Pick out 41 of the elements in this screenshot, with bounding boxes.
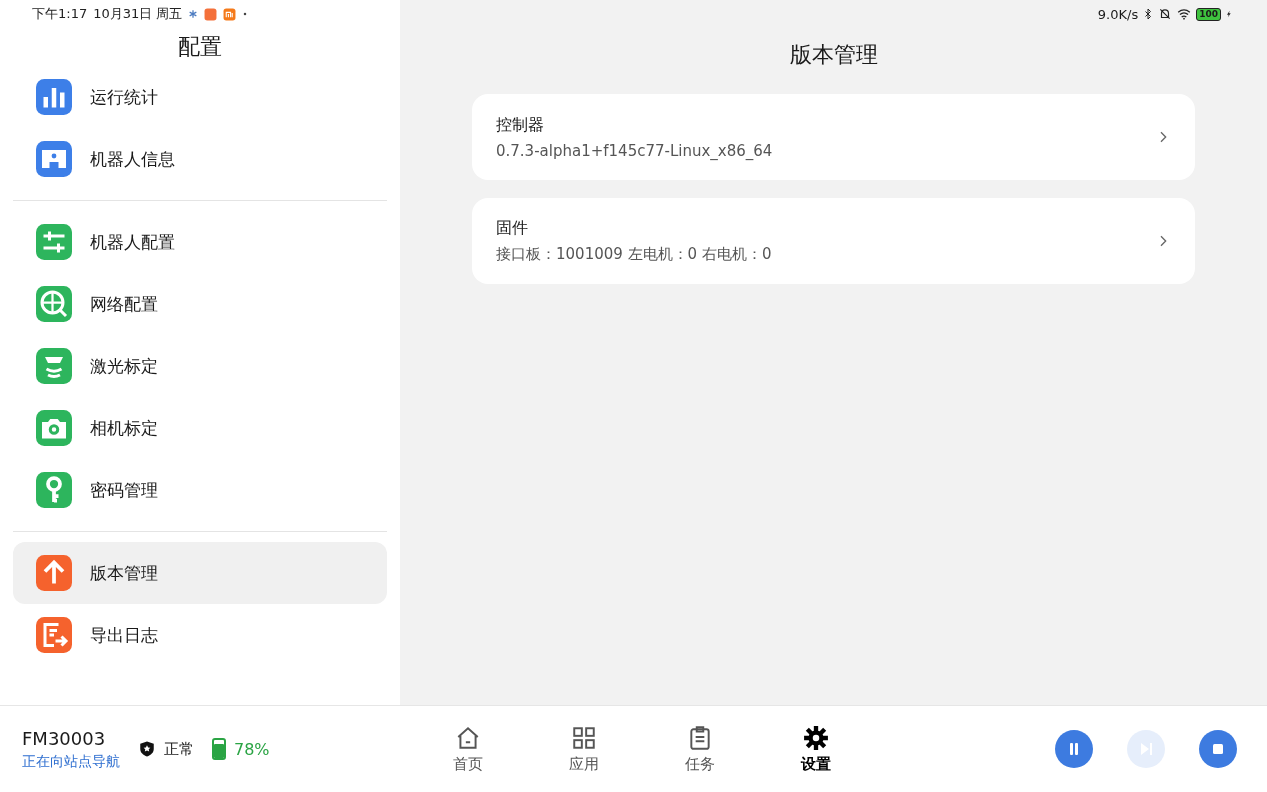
sidebar-item[interactable]: 机器人信息	[13, 128, 387, 190]
sidebar-item[interactable]: 导出日志	[13, 604, 387, 666]
shield-star-icon	[138, 739, 156, 759]
battery-meter	[212, 738, 226, 760]
settings-icon	[803, 724, 829, 751]
status-battery: 100	[1196, 7, 1221, 21]
page-title: 版本管理	[789, 41, 878, 69]
robot-id: FM30003	[22, 727, 107, 749]
card-detail: 0.7.3-alpha1+f145c77-Linux_x86_64	[496, 141, 774, 160]
nav-tab[interactable]: 设置	[788, 723, 844, 775]
battery-reading: 78%	[234, 739, 270, 759]
sidebar-item[interactable]: 机器人配置	[13, 211, 387, 273]
version-card[interactable]: 控制器 0.7.3-alpha1+f145c77-Linux_x86_64	[472, 94, 1195, 180]
home-icon	[455, 724, 481, 751]
stop-button[interactable]	[1199, 730, 1237, 768]
muted-bell-icon	[1158, 7, 1173, 21]
sidebar-title: 配置	[177, 33, 223, 61]
status-time: 下午1:17	[32, 5, 88, 23]
sidebar-item[interactable]: 密码管理	[13, 459, 387, 521]
task-status: 正在向站点导航	[22, 752, 120, 771]
status-date: 10月31日 周五	[93, 5, 183, 23]
wifi-icon	[1176, 7, 1193, 21]
nav-tab[interactable]: 任务	[672, 723, 728, 775]
card-title: 控制器	[496, 114, 545, 136]
sidebar-item[interactable]: 运行统计	[13, 66, 387, 128]
network-speed: 9.0K/s	[1097, 6, 1139, 22]
sidebar-item[interactable]: 激光标定	[13, 335, 387, 397]
card-detail: 接口板：1001009 左电机：0 右电机：0	[496, 245, 773, 264]
nav-tab[interactable]: 首页	[440, 723, 496, 775]
version-card[interactable]: 固件 接口板：1001009 左电机：0 右电机：0	[472, 198, 1195, 284]
grid-icon	[571, 724, 597, 751]
sidebar-item[interactable]: 网络配置	[13, 273, 387, 335]
clipboard-icon	[687, 724, 713, 751]
dot-icon	[242, 11, 249, 17]
nav-tab[interactable]: 应用	[556, 723, 612, 775]
safety-status: 正常	[164, 739, 194, 759]
sidebar-item[interactable]: 相机标定	[13, 397, 387, 459]
sidebar-item[interactable]: 版本管理	[13, 542, 387, 604]
snowflake-icon	[188, 9, 199, 19]
pause-button[interactable]	[1055, 730, 1093, 768]
card-title: 固件	[496, 218, 529, 239]
